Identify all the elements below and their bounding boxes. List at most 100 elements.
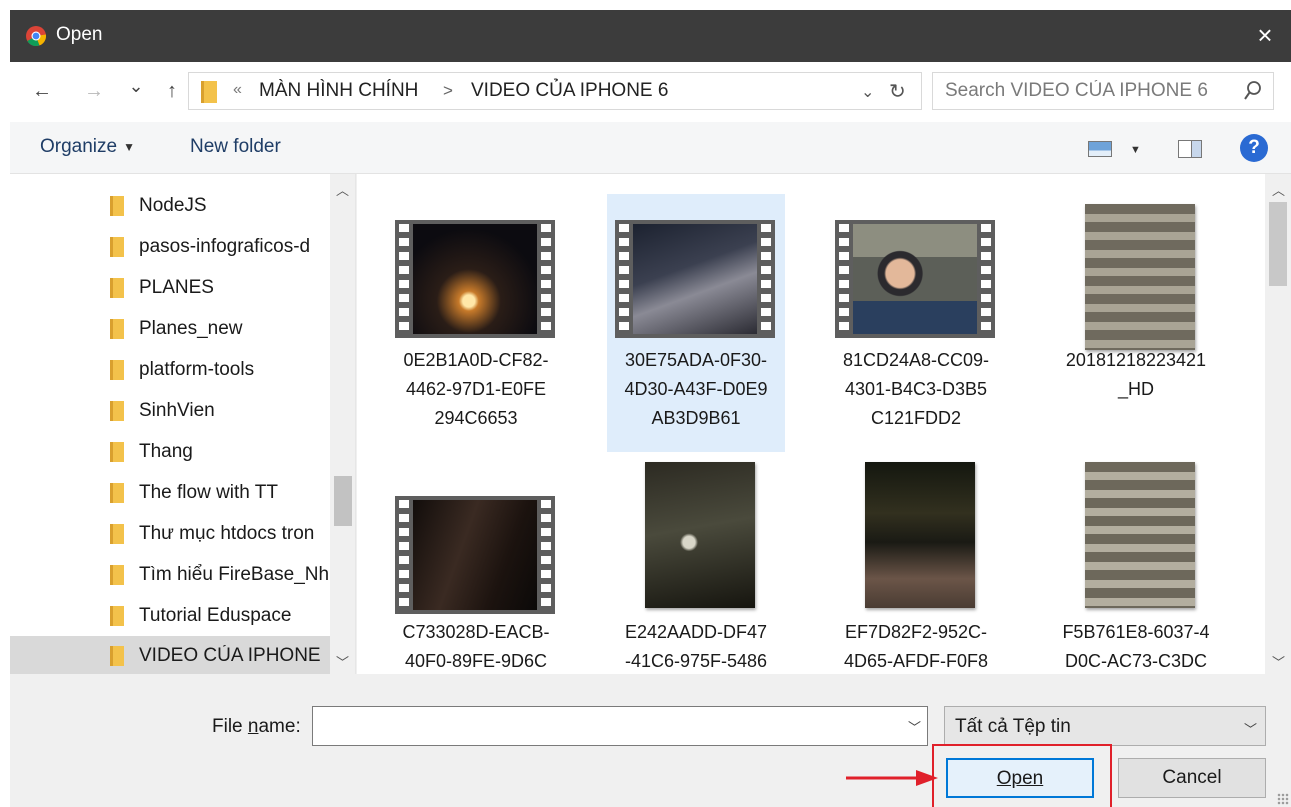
- scrollbar-thumb[interactable]: [334, 476, 352, 526]
- scroll-down-icon[interactable]: ﹀: [1272, 652, 1285, 671]
- recent-locations-button[interactable]: ⌄: [122, 76, 150, 97]
- nav-item[interactable]: SinhVien: [10, 391, 330, 431]
- nav-item-label: pasos-infograficos-d: [139, 236, 311, 257]
- breadcrumb-overflow[interactable]: «: [233, 81, 242, 99]
- scroll-down-icon[interactable]: ﹀: [336, 652, 349, 671]
- close-button[interactable]: ×: [1239, 10, 1291, 62]
- file-name-label: C733028D-EACB- 40F0-89FE-9D6C: [402, 622, 550, 671]
- change-view-icon[interactable]: [1088, 141, 1112, 157]
- preview-pane-icon[interactable]: [1178, 140, 1202, 158]
- nav-item[interactable]: Thư mục htdocs tron: [10, 514, 330, 554]
- video-thumbnail: [835, 220, 995, 338]
- new-folder-button[interactable]: New folder: [190, 136, 281, 158]
- open-file-dialog: Open × ← → ⌄ ↑ « MÀN HÌNH CHÍNH > VIDEO …: [10, 10, 1291, 807]
- chevron-down-icon[interactable]: ﹀: [908, 717, 921, 736]
- help-icon[interactable]: ?: [1240, 134, 1268, 162]
- nav-item[interactable]: PLANES: [10, 268, 330, 308]
- nav-item-label: PLANES: [139, 277, 214, 298]
- nav-item-label: NodeJS: [139, 195, 207, 216]
- nav-item[interactable]: platform-tools: [10, 350, 330, 390]
- folder-icon: [110, 237, 124, 257]
- scroll-up-icon[interactable]: ︿: [336, 180, 349, 199]
- up-button[interactable]: ↑: [158, 80, 186, 103]
- folder-icon: [110, 483, 124, 503]
- folder-icon: [110, 524, 124, 544]
- scrollbar-thumb[interactable]: [1269, 202, 1287, 286]
- back-button[interactable]: ←: [28, 80, 56, 103]
- photo-thumbnail: [1085, 204, 1195, 350]
- organize-menu[interactable]: Organize ▼: [40, 136, 135, 158]
- file-list: 0E2B1A0D-CF82- 4462-97D1-E0FE 294C6653 3…: [357, 174, 1291, 674]
- nav-item-label: Thang: [139, 441, 193, 462]
- nav-item-label: The flow with TT: [139, 482, 279, 503]
- file-tile[interactable]: E242AADD-DF47 -41C6-975F-5486: [607, 456, 785, 674]
- nav-item[interactable]: The flow with TT: [10, 473, 330, 513]
- file-name-label: 30E75ADA-0F30- 4D30-A43F-D0E9 AB3D9B61: [624, 350, 768, 428]
- search-input[interactable]: [933, 73, 1233, 109]
- resize-grip-icon[interactable]: [1277, 793, 1289, 805]
- scroll-up-icon[interactable]: ︿: [1272, 180, 1285, 199]
- file-tile[interactable]: 20181218223421 _HD: [1047, 194, 1225, 452]
- nav-item-selected[interactable]: VIDEO CỦA IPHONE: [10, 636, 330, 674]
- file-tile[interactable]: EF7D82F2-952C- 4D65-AFDF-F0F8: [827, 456, 1005, 674]
- file-tile[interactable]: 0E2B1A0D-CF82- 4462-97D1-E0FE 294C6653: [387, 194, 565, 452]
- caret-down-icon: ▼: [123, 139, 135, 154]
- nav-item[interactable]: Tìm hiểu FireBase_Nh: [10, 555, 330, 595]
- file-name-label: EF7D82F2-952C- 4D65-AFDF-F0F8: [843, 622, 989, 671]
- address-bar[interactable]: « MÀN HÌNH CHÍNH > VIDEO CỦA IPHONE 6 ⌄ …: [188, 72, 922, 110]
- search-box: [932, 72, 1274, 110]
- file-name-label: F5B761E8-6037-4 D0C-AC73-C3DC: [1062, 622, 1210, 671]
- search-icon[interactable]: [1243, 80, 1263, 102]
- nav-item-label: Tìm hiểu FireBase_Nh: [139, 564, 329, 585]
- nav-item[interactable]: Planes_new: [10, 309, 330, 349]
- folder-icon: [110, 606, 124, 626]
- breadcrumb-item[interactable]: MÀN HÌNH CHÍNH: [259, 80, 418, 102]
- file-tile[interactable]: C733028D-EACB- 40F0-89FE-9D6C: [387, 456, 565, 674]
- photo-thumbnail: [645, 462, 755, 608]
- file-tile-selected[interactable]: 30E75ADA-0F30- 4D30-A43F-D0E9 AB3D9B61: [607, 194, 785, 452]
- refresh-icon[interactable]: ↻: [889, 79, 906, 104]
- breadcrumb-separator[interactable]: >: [443, 81, 453, 101]
- nav-item[interactable]: pasos-infograficos-d: [10, 227, 330, 267]
- file-name-label: 0E2B1A0D-CF82- 4462-97D1-E0FE 294C6653: [403, 350, 549, 428]
- nav-item-label: platform-tools: [139, 359, 255, 380]
- dialog-title: Open: [56, 24, 103, 45]
- file-name-label: 20181218223421 _HD: [1065, 350, 1207, 399]
- folder-icon: [110, 646, 124, 666]
- file-name-combobox[interactable]: ﹀: [312, 706, 928, 746]
- photo-thumbnail: [865, 462, 975, 608]
- nav-item-label: Tutorial Eduspace: [139, 605, 292, 626]
- breadcrumb-item[interactable]: VIDEO CỦA IPHONE 6: [471, 80, 668, 102]
- nav-scrollbar[interactable]: ︿ ﹀: [330, 174, 355, 674]
- file-name-label: File name:: [212, 716, 301, 737]
- video-thumbnail: [395, 496, 555, 614]
- command-bar: Organize ▼ New folder ▼ ?: [10, 122, 1291, 174]
- file-tile[interactable]: F5B761E8-6037-4 D0C-AC73-C3DC: [1047, 456, 1225, 674]
- file-type-value: Tất cả Tệp tin: [955, 716, 1071, 737]
- forward-button[interactable]: →: [80, 80, 108, 103]
- nav-item[interactable]: NodeJS: [10, 186, 330, 226]
- chevron-down-icon: ﹀: [1243, 722, 1257, 737]
- nav-item-label: SinhVien: [139, 400, 215, 421]
- content-scrollbar[interactable]: ︿ ﹀: [1265, 174, 1291, 674]
- nav-item-label: Planes_new: [139, 318, 243, 339]
- nav-item[interactable]: Tutorial Eduspace: [10, 596, 330, 636]
- address-dropdown-icon[interactable]: ⌄: [861, 82, 874, 102]
- chrome-icon: [26, 26, 46, 46]
- title-bar: Open ×: [10, 10, 1291, 62]
- folder-icon: [110, 360, 124, 380]
- file-tile[interactable]: 81CD24A8-CC09- 4301-B4C3-D3B5 C121FDD2: [827, 194, 1005, 452]
- folder-icon: [110, 401, 124, 421]
- photo-thumbnail: [1085, 462, 1195, 608]
- file-type-select[interactable]: Tất cả Tệp tin ﹀: [944, 706, 1266, 746]
- open-button[interactable]: Open: [946, 758, 1094, 798]
- file-name-label: 81CD24A8-CC09- 4301-B4C3-D3B5 C121FDD2: [842, 350, 990, 428]
- view-options-caret-icon[interactable]: ▼: [1130, 144, 1141, 156]
- close-icon: ×: [1257, 20, 1273, 50]
- nav-item[interactable]: Thang: [10, 432, 330, 472]
- annotation-arrow-icon: [846, 770, 938, 786]
- folder-icon: [110, 319, 124, 339]
- cancel-button[interactable]: Cancel: [1118, 758, 1266, 798]
- nav-item-label: VIDEO CỦA IPHONE: [139, 645, 321, 666]
- dialog-footer: File name: ﹀ Tất cả Tệp tin ﹀ Open Cance…: [10, 674, 1291, 807]
